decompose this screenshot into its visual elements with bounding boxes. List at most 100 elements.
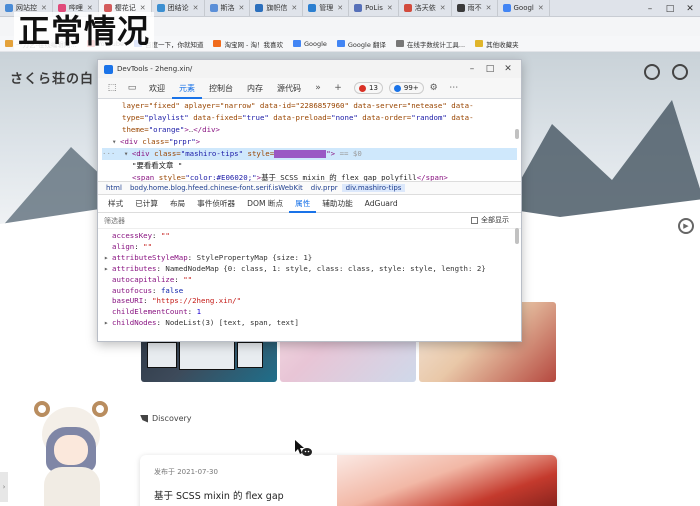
more-options-icon[interactable]: ⋯ [444,83,464,93]
code-token: style= [243,149,275,158]
bookmark-item[interactable]: Google [288,40,332,48]
expand-arrow-icon[interactable]: ▾ [124,148,132,160]
property-separator: : [187,307,197,317]
tab-favicon-icon [354,4,363,12]
breadcrumb-item[interactable]: div.prpr [307,184,342,192]
dom-node-line[interactable]: <span style="color:#E06020;">基于 SCSS mix… [102,172,517,181]
minimize-window-icon[interactable]: – [640,4,660,14]
tab-close-icon[interactable]: ✕ [41,4,47,12]
bookmark-item[interactable]: 在线字数统计工具... [391,39,470,49]
site-logo[interactable]: さくら荘の白 [10,68,94,87]
browser-tab[interactable]: 管理 ✕ [303,0,350,16]
browser-tab[interactable]: 团结论 ✕ [152,0,205,16]
browser-tab-label: 管理 [319,4,334,12]
play-icon[interactable]: ▶ [678,218,694,234]
property-row[interactable]: ▸ attributes: NamedNodeMap {0: class, 1: … [104,264,515,275]
error-count-badge[interactable]: 13 [354,82,383,94]
filter-input[interactable]: 筛选器 [104,216,125,226]
property-row[interactable]: accessKey: "" [104,231,515,242]
devtools-tab[interactable]: 控制台 [202,78,240,99]
selected-node-marker: ··· [102,149,120,158]
dom-node-line[interactable]: type="playlist" data-fixed="true" data-p… [102,112,517,124]
side-expand-arrow[interactable]: › [0,472,8,502]
add-tab-icon[interactable]: + [328,83,348,93]
show-all-checkbox[interactable] [471,216,478,224]
property-row[interactable]: childElementCount: 1 [104,307,515,318]
tab-close-icon[interactable]: ✕ [140,4,146,12]
browser-tab[interactable]: 洛天依 ✕ [399,0,452,16]
minimize-icon[interactable]: – [463,64,481,74]
bookmark-item[interactable]: 淘宝网 - 淘！我喜欢 [208,39,287,49]
info-count-badge[interactable]: 99+ [388,82,424,94]
expand-arrow-icon[interactable]: ▸ [104,318,112,329]
dom-node-line[interactable]: layer="fixed" aplayer="narrow" data-id="… [102,100,517,112]
side-panel-tab[interactable]: 事件侦听器 [191,195,241,213]
dom-node-line[interactable]: ··· ▾ <div class="mashiro-tips" style= "> … [102,148,517,160]
tab-close-icon[interactable]: ✕ [337,4,343,12]
post-cover-image[interactable] [337,455,557,506]
post-card[interactable]: 发布于 2021-07-30 基于 SCSS mixin 的 flex gap [140,455,557,506]
settings-gear-icon[interactable]: ⚙ [424,83,444,93]
horn-left [34,401,50,417]
breadcrumb-item[interactable]: body.home.blog.hfeed.chinese-font.serif.… [126,184,307,192]
browser-tab[interactable]: PoLis ✕ [349,0,399,16]
property-row[interactable]: autocapitalize: "" [104,275,515,286]
bookmark-item[interactable]: Google 翻译 [332,39,391,49]
post-title[interactable]: 基于 SCSS mixin 的 flex gap [154,488,284,502]
side-panel-tab[interactable]: 属性 [289,195,317,213]
devtools-tab[interactable]: 元素 [172,78,202,99]
side-panel-tab[interactable]: AdGuard [359,195,404,213]
tab-favicon-icon [209,4,218,12]
more-tabs-icon[interactable]: » [308,83,328,93]
dom-node-line[interactable]: "要看看文章 " [102,160,517,172]
property-row[interactable]: ▸ attributeStyleMap: StylePropertyMap {si… [104,253,515,264]
devtools-tab[interactable]: 源代码 [270,78,308,99]
devtools-tab[interactable]: 欢迎 [142,78,172,99]
breadcrumb-item[interactable]: html [102,184,126,192]
property-row[interactable]: baseURI: "https://2heng.xin/" [104,296,515,307]
maximize-icon[interactable]: □ [481,64,499,74]
expand-arrow-icon[interactable]: ▸ [104,253,112,264]
dom-node-line[interactable]: ▾ <div class="prpr"> [102,136,517,148]
inspect-element-icon[interactable]: ⬚ [102,83,122,93]
device-toolbar-icon[interactable]: ▭ [122,83,142,93]
tab-close-icon[interactable]: ✕ [538,4,544,12]
devtools-tab[interactable]: 内存 [240,78,270,99]
tab-close-icon[interactable]: ✕ [387,4,393,12]
side-panel-tab[interactable]: 样式 [102,195,129,213]
expand-arrow-icon[interactable]: ▸ [104,264,112,275]
browser-tab[interactable]: 旗帜信 ✕ [250,0,304,16]
expand-arrow-icon[interactable]: ▾ [112,136,120,148]
tab-close-icon[interactable]: ✕ [87,4,93,12]
browser-tab[interactable]: 斯洛 ✕ [205,0,251,16]
search-icon[interactable] [644,64,660,80]
tab-close-icon[interactable]: ✕ [440,4,446,12]
property-row[interactable]: align: "" [104,242,515,253]
tab-close-icon[interactable]: ✕ [239,4,245,12]
breadcrumb-item[interactable]: div.mashiro-tips [341,184,406,192]
browser-tab[interactable]: 雨不 ✕ [452,0,498,16]
show-all-toggle[interactable]: 全部显示 [471,215,509,225]
tab-close-icon[interactable]: ✕ [193,4,199,12]
horn-right [92,401,108,417]
tab-close-icon[interactable]: ✕ [291,4,297,12]
side-panel-tab[interactable]: 已计算 [129,195,164,213]
dom-breadcrumb: html body.home.blog.hfeed.chinese-font.se… [98,181,521,195]
discovery-label: Discovery [152,414,192,423]
maximize-window-icon[interactable]: □ [660,4,680,14]
browser-tab[interactable]: Googl ✕ [498,0,550,16]
property-row[interactable]: ▸ childNodes: NodeList(3) [text, span, te… [104,318,515,329]
tab-close-icon[interactable]: ✕ [486,4,492,12]
property-row[interactable]: autofocus: false [104,286,515,297]
close-window-icon[interactable]: ✕ [680,4,700,14]
dom-tree-scrollbar[interactable] [515,129,519,139]
menu-icon[interactable] [672,64,688,80]
side-panel-tab[interactable]: DOM 断点 [241,195,289,213]
side-panel-tab[interactable]: 辅助功能 [316,195,358,213]
close-icon[interactable]: ✕ [499,64,517,74]
bookmark-item[interactable]: 其他收藏夹 [470,39,524,49]
property-separator: : [143,296,153,306]
dom-node-line[interactable]: theme="orange">…</div> [102,124,517,136]
side-panel-tab[interactable]: 布局 [164,195,191,213]
properties-scrollbar[interactable] [515,228,519,244]
